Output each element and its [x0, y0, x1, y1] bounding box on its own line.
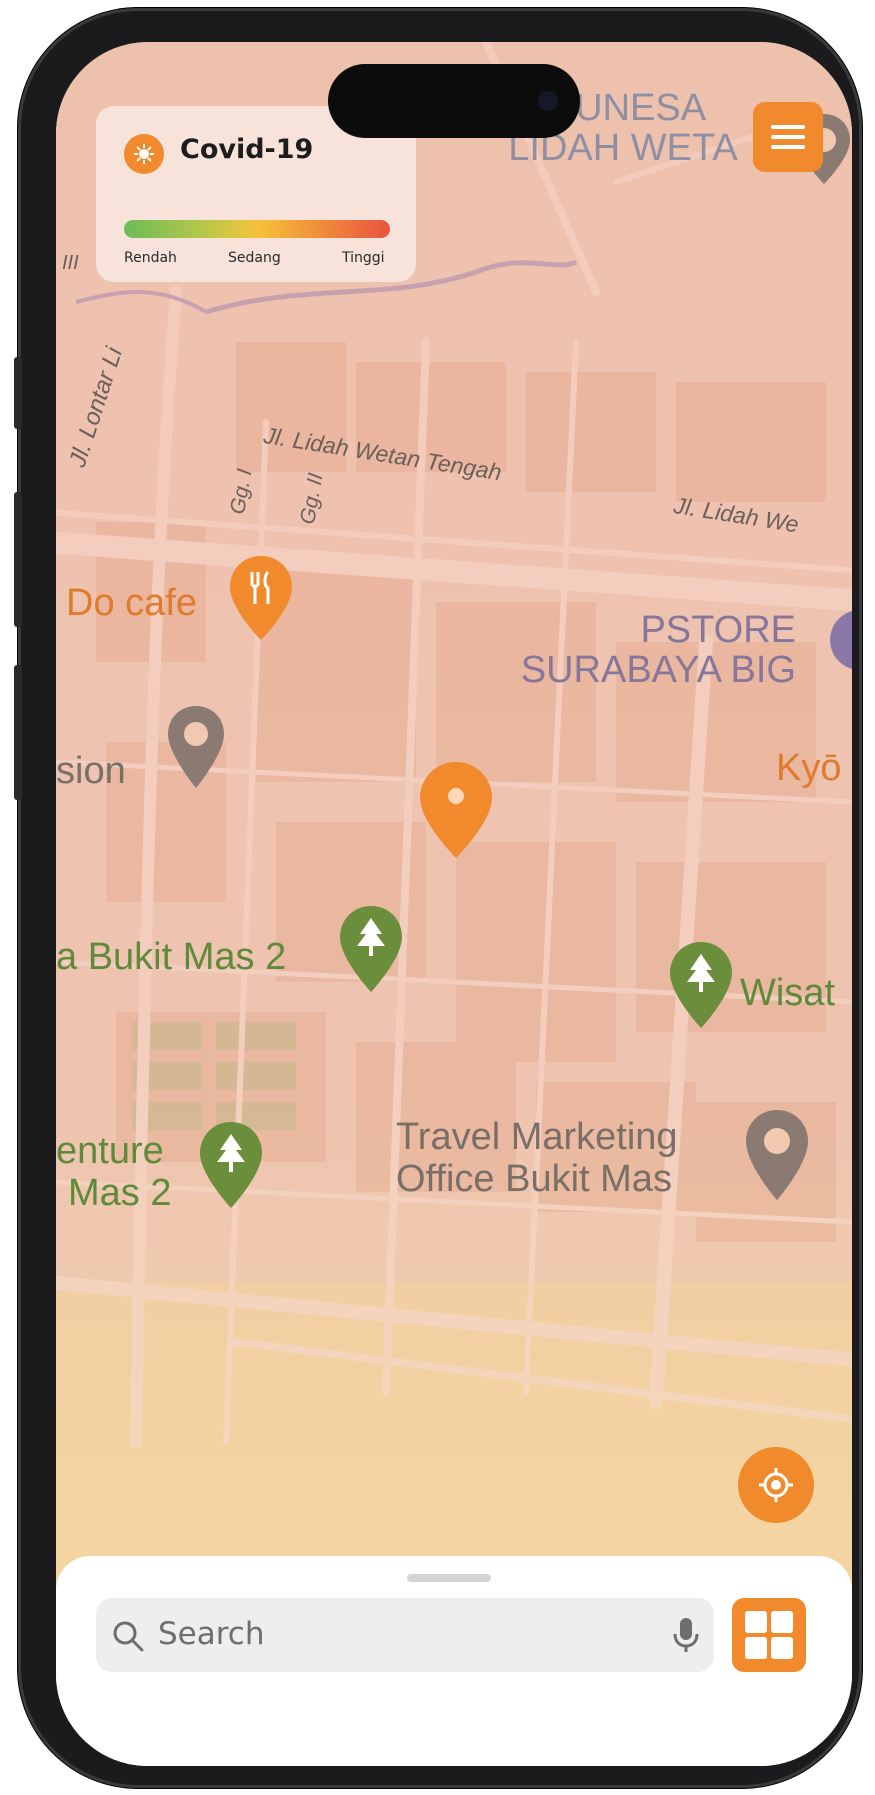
- hamburger-menu-icon: [771, 145, 805, 149]
- grid-menu-button[interactable]: [732, 1598, 806, 1672]
- locate-me-button[interactable]: [738, 1447, 814, 1523]
- legend-label-high: Tinggi: [342, 250, 385, 266]
- place-label-wisata[interactable]: Wisat: [740, 972, 835, 1015]
- search-input-placeholder[interactable]: Search: [158, 1616, 265, 1652]
- place-name-line2: Office Bukit Mas: [396, 1158, 672, 1200]
- place-label-kyo[interactable]: Kyō: [776, 747, 841, 790]
- selected-location-pin-icon[interactable]: [418, 760, 494, 864]
- place-name: Travel Marketing: [396, 1116, 678, 1158]
- street-label-iii: III: [62, 252, 79, 274]
- sheet-drag-handle[interactable]: [407, 1574, 491, 1582]
- locate-icon: [759, 1468, 793, 1502]
- camera-icon: [538, 91, 558, 111]
- side-button-silent: [14, 357, 22, 429]
- park-pin-adventure-icon[interactable]: [198, 1120, 264, 1214]
- shop-pin-icon[interactable]: [824, 608, 852, 692]
- grid-icon: [745, 1637, 767, 1659]
- risk-gradient-bar: [124, 220, 390, 238]
- hamburger-menu-icon: [771, 135, 805, 139]
- place-label-sion[interactable]: sion: [56, 750, 126, 793]
- place-label-pstore[interactable]: PSTORE SURABAYA BIG: [476, 610, 796, 690]
- park-pin-wisata-icon[interactable]: [668, 940, 734, 1034]
- place-name: enture: [56, 1130, 164, 1172]
- place-label-bukit-mas-2[interactable]: a Bukit Mas 2: [56, 936, 286, 979]
- microphone-icon[interactable]: [672, 1616, 700, 1654]
- virus-icon: [124, 134, 164, 174]
- search-icon: [113, 1621, 144, 1652]
- place-pin-sion-icon[interactable]: [166, 704, 226, 794]
- search-bar[interactable]: Search: [96, 1598, 714, 1672]
- grid-icon: [745, 1611, 767, 1633]
- screen: P UNESA LIDAH WETA Jl. Lidah Wetan Tenga…: [56, 42, 852, 1766]
- grid-icon: [771, 1637, 793, 1659]
- place-label-travel-marketing[interactable]: Travel Marketing Office Bukit Mas: [396, 1116, 678, 1200]
- hamburger-menu-icon: [771, 125, 805, 129]
- grid-icon: [771, 1611, 793, 1633]
- place-name-line2: SURABAYA BIG: [520, 649, 796, 691]
- place-label-do-cafe[interactable]: Do cafe: [66, 582, 197, 625]
- bottom-sheet: Search: [56, 1556, 852, 1766]
- map-view[interactable]: [56, 42, 852, 1766]
- place-label-adventure[interactable]: enture Mas 2: [56, 1130, 171, 1214]
- menu-button[interactable]: [753, 102, 823, 172]
- restaurant-pin-icon[interactable]: [228, 554, 294, 646]
- place-name: PSTORE: [640, 609, 796, 651]
- legend-label-medium: Sedang: [228, 250, 281, 266]
- legend-label-low: Rendah: [124, 250, 177, 266]
- side-button-volume-down: [14, 665, 22, 800]
- place-name-line2: Mas 2: [68, 1172, 172, 1214]
- side-button-volume-up: [14, 492, 22, 627]
- dynamic-island: [328, 64, 580, 138]
- legend-title: Covid-19: [180, 134, 314, 165]
- park-pin-bukit-mas-icon[interactable]: [338, 904, 404, 998]
- place-pin-travel-icon[interactable]: [744, 1108, 810, 1206]
